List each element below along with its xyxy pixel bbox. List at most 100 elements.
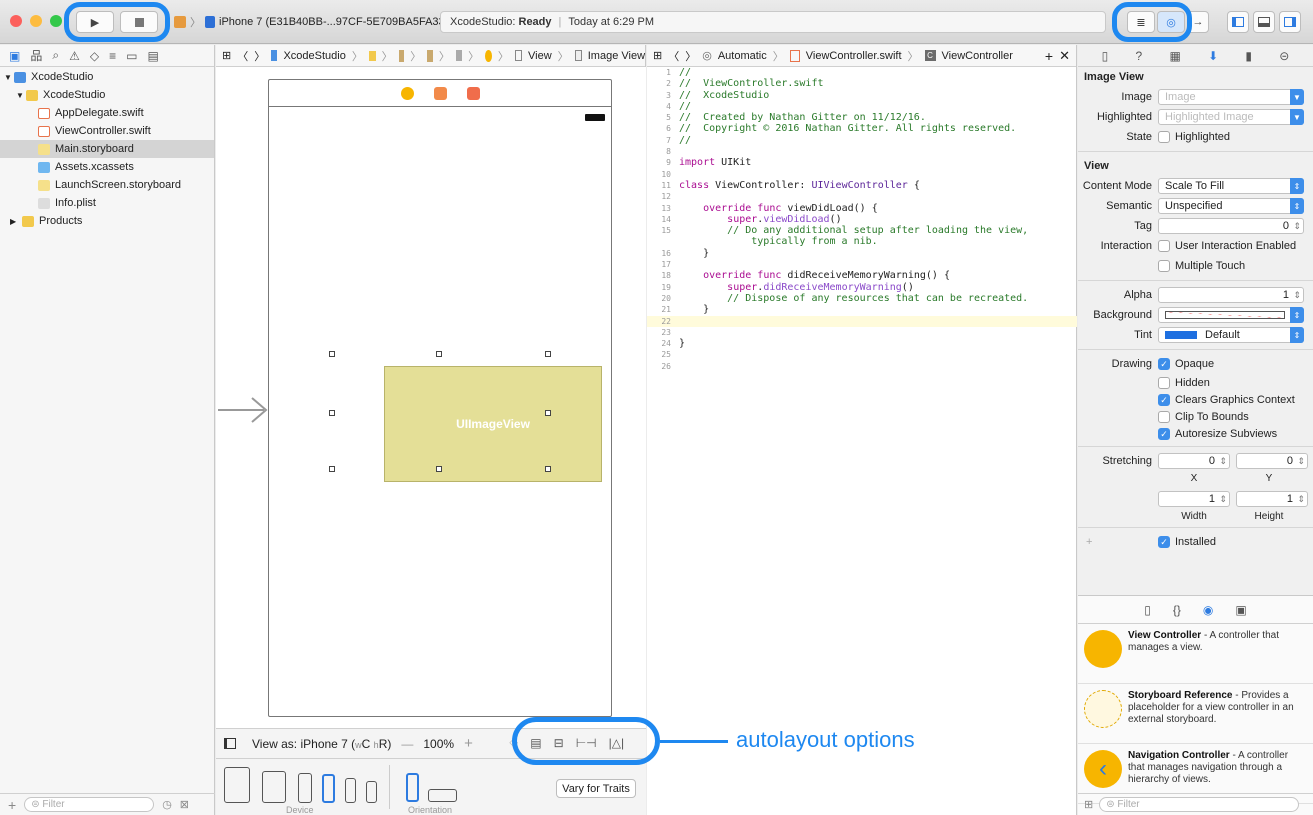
breadcrumb-item[interactable]: Image View bbox=[588, 50, 645, 62]
resize-handle[interactable] bbox=[329, 351, 335, 357]
clears-graphics-checkbox[interactable]: ✓ bbox=[1158, 393, 1170, 406]
content-mode-popup[interactable]: Scale To Fill ⇕ bbox=[1158, 178, 1304, 194]
close-window-button[interactable] bbox=[10, 15, 22, 27]
code-line[interactable]: 25 bbox=[647, 349, 1077, 360]
stretch-y-field[interactable]: 0 ⇕ bbox=[1236, 453, 1308, 469]
multiple-touch-checkbox[interactable] bbox=[1158, 260, 1170, 272]
warning-icon[interactable]: ⚠ bbox=[69, 49, 80, 63]
attributes-icon[interactable]: ⬇ bbox=[1208, 49, 1218, 63]
filter-field[interactable]: ⊜ Filter bbox=[24, 797, 155, 812]
file-inspector-icon[interactable]: ▯ bbox=[1102, 49, 1109, 63]
view-as-label[interactable]: View as: iPhone 7 (wC hR) bbox=[252, 737, 391, 751]
breadcrumb-item[interactable]: ViewController.swift bbox=[806, 50, 902, 62]
list-item[interactable]: Info.plist bbox=[0, 194, 214, 212]
code-line[interactable]: 23 bbox=[647, 327, 1077, 338]
code-line[interactable]: 17 bbox=[647, 259, 1077, 270]
code-line[interactable]: 19 super.didReceiveMemoryWarning() bbox=[647, 282, 1077, 293]
background-color-popup[interactable]: ⇕ bbox=[1158, 307, 1304, 323]
installed-checkbox[interactable]: ✓ bbox=[1158, 536, 1170, 548]
list-item[interactable]: Assets.xcassets bbox=[0, 158, 214, 176]
code-line[interactable]: 14 super.viewDidLoad() bbox=[647, 214, 1077, 225]
debug-icon[interactable]: ≡ bbox=[109, 49, 116, 63]
recent-icon[interactable]: ◷ bbox=[162, 798, 172, 811]
list-item[interactable]: Storyboard Reference - Provides a placeh… bbox=[1078, 684, 1313, 744]
stepper-icon[interactable]: ⇕ bbox=[1219, 456, 1227, 467]
resize-handle[interactable] bbox=[329, 410, 335, 416]
forward-icon[interactable]: 〉 bbox=[685, 48, 696, 64]
code-line[interactable]: 20 // Dispose of any resources that can … bbox=[647, 293, 1077, 304]
code-line[interactable]: 6 // Copyright © 2016 Nathan Gitter. All … bbox=[647, 123, 1077, 134]
code-line[interactable]: 9 import UIKit bbox=[647, 157, 1077, 168]
iphone-plus-icon[interactable] bbox=[298, 773, 312, 803]
iphone-4s-icon[interactable] bbox=[366, 781, 377, 803]
zoom-window-button[interactable] bbox=[50, 15, 62, 27]
code-line[interactable]: 12 bbox=[647, 191, 1077, 202]
stretch-height-field[interactable]: 1 ⇕ bbox=[1236, 491, 1308, 507]
resize-handle[interactable] bbox=[545, 466, 551, 472]
code-line[interactable]: typically from a nib. bbox=[647, 236, 1077, 247]
resize-handle[interactable] bbox=[436, 466, 442, 472]
code-snippet-icon[interactable]: {} bbox=[1173, 603, 1181, 617]
connections-icon[interactable]: ⊝ bbox=[1279, 49, 1289, 63]
ipad-icon[interactable] bbox=[224, 767, 250, 803]
list-item[interactable]: LaunchScreen.storyboard bbox=[0, 176, 214, 194]
quick-help-icon[interactable]: ? bbox=[1136, 49, 1143, 63]
iphone-se-icon[interactable] bbox=[345, 778, 356, 803]
code-line[interactable]: 21 } bbox=[647, 304, 1077, 315]
object-library-icon[interactable]: ◉ bbox=[1203, 603, 1213, 617]
iphone-7-icon[interactable] bbox=[322, 774, 335, 803]
tag-field[interactable]: 0 ⇕ bbox=[1158, 218, 1304, 234]
media-library-icon[interactable]: ▣ bbox=[1235, 603, 1246, 617]
code-line[interactable]: 1 // bbox=[647, 67, 1077, 78]
add-editor-icon[interactable]: + bbox=[1045, 48, 1053, 64]
toggle-debug-button[interactable] bbox=[1253, 11, 1275, 33]
image-popup[interactable]: Image ▼ bbox=[1158, 89, 1304, 105]
resize-handle[interactable] bbox=[545, 410, 551, 416]
user-interaction-checkbox[interactable] bbox=[1158, 240, 1170, 252]
grid-icon[interactable]: ⊞ bbox=[653, 49, 662, 62]
view-controller-icon[interactable] bbox=[400, 86, 414, 100]
list-item[interactable]: ▼ XcodeStudio bbox=[0, 68, 214, 86]
tint-popup[interactable]: Default ⇕ bbox=[1158, 327, 1304, 343]
code-line[interactable]: 11 class ViewController: UIViewController… bbox=[647, 180, 1077, 191]
opaque-checkbox[interactable]: ✓ bbox=[1158, 358, 1170, 370]
zoom-in-icon[interactable]: + bbox=[464, 735, 473, 752]
back-icon[interactable]: 〈 bbox=[668, 48, 679, 64]
resize-handle[interactable] bbox=[329, 466, 335, 472]
toggle-navigator-button[interactable] bbox=[1227, 11, 1249, 33]
back-icon[interactable]: 〈 bbox=[237, 48, 248, 64]
grid-icon[interactable]: ⊞ bbox=[1084, 798, 1093, 811]
stepper-icon[interactable]: ⇕ bbox=[1297, 494, 1305, 505]
view-controller-scene[interactable]: UIImageView bbox=[268, 79, 612, 717]
code-area[interactable]: 1 // 2 // ViewController.swift 3 // XcodeStud… bbox=[647, 67, 1077, 372]
list-item[interactable]: Main.storyboard bbox=[0, 140, 214, 158]
exit-icon[interactable] bbox=[466, 86, 480, 100]
clip-bounds-checkbox[interactable] bbox=[1158, 410, 1170, 423]
zoom-out-icon[interactable]: — bbox=[401, 737, 413, 751]
stepper-icon[interactable]: ⇕ bbox=[1297, 456, 1305, 467]
breadcrumb-item[interactable]: ViewController bbox=[942, 50, 1013, 62]
vary-for-traits-button[interactable]: Vary for Traits bbox=[556, 779, 636, 798]
code-line[interactable]: 15 // Do any additional setup after load… bbox=[647, 225, 1077, 236]
add-icon[interactable]: + bbox=[8, 797, 16, 813]
resize-handle[interactable] bbox=[545, 351, 551, 357]
identity-icon[interactable]: ▦ bbox=[1169, 49, 1180, 63]
breakpoint-icon[interactable]: ▭ bbox=[126, 49, 137, 63]
first-responder-icon[interactable] bbox=[433, 86, 447, 100]
list-item[interactable]: ▶ Products bbox=[0, 212, 214, 230]
code-line[interactable]: 8 bbox=[647, 146, 1077, 157]
minimize-window-button[interactable] bbox=[30, 15, 42, 27]
image-view[interactable]: UIImageView bbox=[384, 366, 602, 482]
breadcrumb-item[interactable]: Automatic bbox=[718, 50, 767, 62]
scm-icon[interactable]: ⊠ bbox=[180, 798, 189, 811]
document-outline-icon[interactable] bbox=[224, 738, 236, 749]
breadcrumb-item[interactable]: XcodeStudio bbox=[283, 50, 345, 62]
stretch-width-field[interactable]: 1 ⇕ bbox=[1158, 491, 1230, 507]
forward-icon[interactable]: 〉 bbox=[254, 48, 265, 64]
alpha-field[interactable]: 1 ⇕ bbox=[1158, 287, 1304, 303]
code-line[interactable]: 3 // XcodeStudio bbox=[647, 90, 1077, 101]
code-line[interactable]: 24} bbox=[647, 338, 1077, 349]
list-item[interactable]: View Controller - A controller that mana… bbox=[1078, 624, 1313, 684]
code-line[interactable]: 2 // ViewController.swift bbox=[647, 78, 1077, 89]
code-line[interactable]: 16 } bbox=[647, 248, 1077, 259]
